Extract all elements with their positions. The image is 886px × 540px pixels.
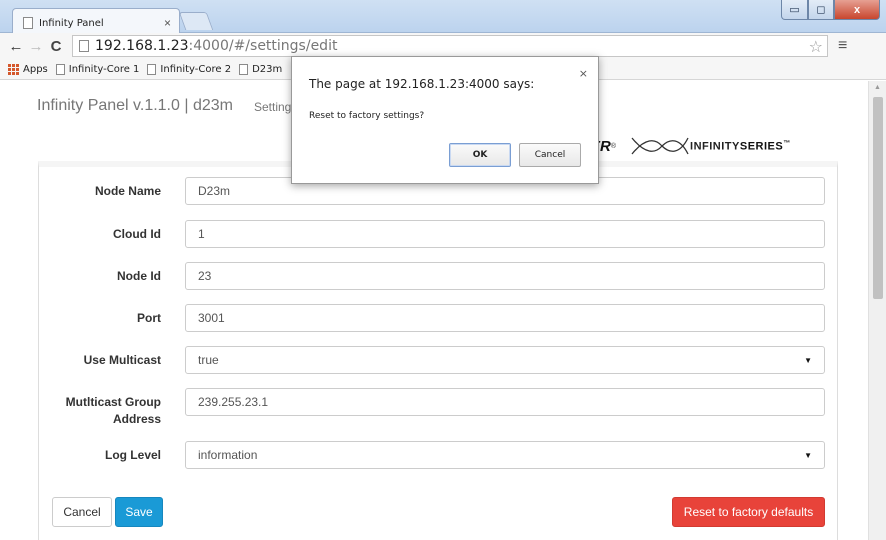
- scroll-up-arrow-icon[interactable]: ▲: [874, 84, 881, 91]
- use-multicast-label: Use Multicast: [83, 353, 161, 367]
- port-label: Port: [137, 311, 161, 325]
- node-id-label: Node Id: [117, 269, 161, 283]
- browser-titlebar: Infinity Panel × ▭ ◻ x: [0, 0, 886, 33]
- new-tab-button[interactable]: [178, 12, 214, 30]
- scrollbar-thumb[interactable]: [873, 97, 883, 299]
- page-icon: [239, 63, 249, 75]
- save-button[interactable]: Save: [115, 497, 163, 527]
- url-path: :4000/#/settings/edit: [188, 38, 338, 54]
- logo-registered-mark: ®: [610, 142, 617, 150]
- cancel-button[interactable]: Cancel: [52, 497, 112, 527]
- multicast-group-address-input[interactable]: 239.255.23.1: [185, 388, 825, 416]
- bookmark-apps[interactable]: Apps: [8, 63, 48, 75]
- alert-dialog: The page at 192.168.1.23:4000 says: × Re…: [291, 56, 599, 184]
- apps-grid-icon: [8, 63, 19, 75]
- brand-title[interactable]: Infinity Panel v.1.1.0 | d23m: [37, 97, 233, 115]
- node-name-label: Node Name: [94, 184, 161, 198]
- address-bar[interactable]: 192.168.1.23:4000/#/settings/edit ☆: [72, 35, 828, 57]
- cloud-id-label: Cloud Id: [113, 227, 161, 241]
- page-scrollbar[interactable]: ▲: [868, 81, 886, 540]
- menu-icon[interactable]: ≡: [838, 37, 847, 55]
- tab-title: Infinity Panel: [39, 17, 104, 29]
- bookmark-infinity-core-1[interactable]: Infinity-Core 1: [55, 63, 139, 75]
- port-input[interactable]: 3001: [185, 304, 825, 332]
- use-multicast-select[interactable]: true ▼: [185, 346, 825, 374]
- back-arrow-icon[interactable]: ←: [6, 38, 26, 55]
- log-level-label: Log Level: [104, 448, 161, 462]
- dropdown-caret-icon: ▼: [804, 450, 812, 460]
- node-id-input[interactable]: 23: [185, 262, 825, 290]
- dialog-close-icon[interactable]: ×: [579, 67, 588, 80]
- page-icon: [23, 17, 33, 29]
- page-icon: [79, 40, 89, 52]
- close-window-button[interactable]: x: [834, 0, 880, 20]
- maximize-button[interactable]: ◻: [808, 0, 834, 20]
- dialog-cancel-button[interactable]: Cancel: [519, 143, 581, 167]
- tab-close-icon[interactable]: ×: [164, 16, 171, 30]
- log-level-select[interactable]: information ▼: [185, 441, 825, 469]
- page-icon: [55, 63, 65, 75]
- settings-form-panel: Node Name D23m Cloud Id 1 Node Id 23 Por…: [38, 161, 838, 540]
- bookmark-infinity-core-2[interactable]: Infinity-Core 2: [147, 63, 231, 75]
- forward-arrow-icon[interactable]: →: [26, 38, 46, 55]
- dialog-title: The page at 192.168.1.23:4000 says:: [309, 77, 535, 91]
- dialog-message: Reset to factory settings?: [309, 111, 425, 121]
- reset-factory-defaults-button[interactable]: Reset to factory defaults: [672, 497, 825, 527]
- url-host: 192.168.1.23: [95, 38, 189, 54]
- multicast-group-address-label: Mutlticast Group Address: [65, 395, 161, 426]
- cloud-id-input[interactable]: 1: [185, 220, 825, 248]
- reload-icon[interactable]: C: [46, 38, 66, 55]
- logo-text-infinity: INFINITYSERIES™: [690, 139, 791, 153]
- browser-tab[interactable]: Infinity Panel ×: [12, 8, 180, 33]
- partner-logo: ER ® INFINITYSERIES™: [590, 131, 840, 161]
- page-icon: [147, 63, 157, 75]
- window-controls: ▭ ◻ x: [781, 0, 880, 20]
- minimize-button[interactable]: ▭: [781, 0, 808, 20]
- bookmark-d23m[interactable]: D23m: [239, 63, 282, 75]
- infinity-swoosh-icon: [631, 137, 689, 155]
- bookmark-star-icon[interactable]: ☆: [809, 37, 823, 56]
- dropdown-caret-icon: ▼: [804, 355, 812, 365]
- dialog-ok-button[interactable]: OK: [449, 143, 511, 167]
